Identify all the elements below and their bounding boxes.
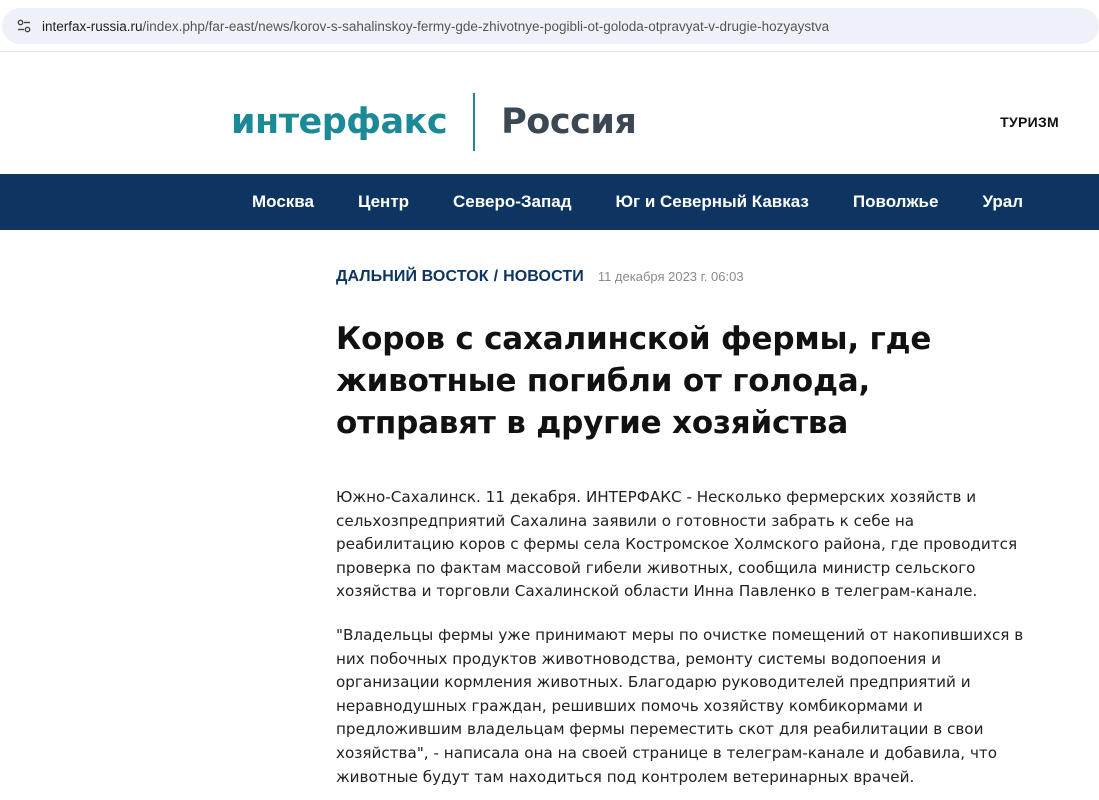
logo-wordmark: интерфакс bbox=[231, 102, 448, 142]
article-title: Коров с сахалинской фермы, где животные … bbox=[336, 321, 932, 441]
site-logo[interactable]: интерфакс Россия bbox=[231, 92, 637, 152]
site-header: интерфакс Россия ТУРИЗМ bbox=[0, 52, 1099, 174]
nav-item-south-caucasus[interactable]: Юг и Северный Кавказ bbox=[616, 192, 809, 212]
nav-item-ural[interactable]: Урал bbox=[982, 192, 1023, 212]
browser-address-bar: interfax-russia.ru/index.php/far-east/ne… bbox=[0, 0, 1099, 52]
article-meta: ДАЛЬНИЙ ВОСТОК / НОВОСТИ 11 декабря 2023… bbox=[336, 268, 744, 286]
publish-date: 11 декабря 2023 г. 06:03 bbox=[597, 269, 744, 284]
article-paragraph: Южно-Сахалинск. 11 декабря. ИНТЕРФАКС - … bbox=[336, 488, 1018, 601]
nav-item-center[interactable]: Центр bbox=[358, 192, 409, 212]
nav-item-moscow[interactable]: Москва bbox=[252, 192, 314, 212]
url-path: /index.php/far-east/news/korov-s-sahalin… bbox=[142, 18, 830, 34]
region-nav-list: Москва Центр Северо-Запад Юг и Северный … bbox=[252, 174, 1067, 230]
category-link[interactable]: ДАЛЬНИЙ ВОСТОК bbox=[336, 268, 489, 286]
nav-item-volga[interactable]: Поволжье bbox=[853, 192, 939, 212]
url-omnibox[interactable]: interfax-russia.ru/index.php/far-east/ne… bbox=[2, 8, 1099, 44]
url-host: interfax-russia.ru bbox=[42, 18, 143, 34]
logo-region: Россия bbox=[501, 102, 637, 142]
category-separator: / bbox=[493, 268, 499, 285]
tourism-link[interactable]: ТУРИЗМ bbox=[1000, 114, 1059, 130]
nav-item-northwest[interactable]: Северо-Запад bbox=[453, 192, 571, 212]
region-nav: Москва Центр Северо-Запад Юг и Северный … bbox=[0, 174, 1099, 230]
article-paragraph: "Владельцы фермы уже принимают меры по о… bbox=[336, 626, 1024, 786]
section-link[interactable]: НОВОСТИ bbox=[503, 268, 584, 286]
site-settings-icon[interactable] bbox=[6, 8, 42, 44]
url-text[interactable]: interfax-russia.ru/index.php/far-east/ne… bbox=[42, 19, 829, 34]
logo-divider bbox=[473, 93, 476, 151]
